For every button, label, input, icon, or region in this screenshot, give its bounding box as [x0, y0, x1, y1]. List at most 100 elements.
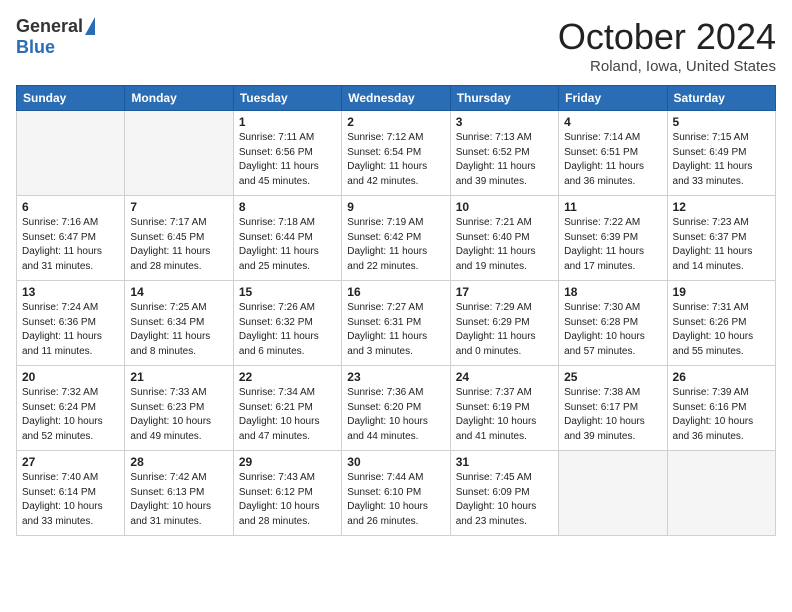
- page-header: General Blue October 2024 Roland, Iowa, …: [16, 16, 776, 75]
- day-number: 24: [456, 370, 553, 384]
- day-cell-16: 16 Sunrise: 7:27 AM Sunset: 6:31 PM Dayli…: [342, 281, 450, 366]
- day-number: 19: [673, 285, 770, 299]
- day-number: 16: [347, 285, 444, 299]
- day-info: Sunrise: 7:44 AM Sunset: 6:10 PM Dayligh…: [347, 471, 444, 529]
- day-number: 17: [456, 285, 553, 299]
- day-info: Sunrise: 7:24 AM Sunset: 6:36 PM Dayligh…: [22, 301, 119, 359]
- day-cell-1: 1 Sunrise: 7:11 AM Sunset: 6:56 PM Daylig…: [233, 111, 341, 196]
- day-cell-23: 23 Sunrise: 7:36 AM Sunset: 6:20 PM Dayli…: [342, 366, 450, 451]
- header-right: October 2024 Roland, Iowa, United States: [558, 16, 776, 75]
- day-info: Sunrise: 7:36 AM Sunset: 6:20 PM Dayligh…: [347, 386, 444, 444]
- day-info: Sunrise: 7:11 AM Sunset: 6:56 PM Dayligh…: [239, 131, 336, 189]
- day-cell-17: 17 Sunrise: 7:29 AM Sunset: 6:29 PM Dayli…: [450, 281, 558, 366]
- col-header-monday: Monday: [125, 86, 233, 111]
- empty-cell: [667, 451, 775, 536]
- day-cell-30: 30 Sunrise: 7:44 AM Sunset: 6:10 PM Dayli…: [342, 451, 450, 536]
- col-header-friday: Friday: [559, 86, 667, 111]
- day-cell-20: 20Sunrise: 7:32 AM Sunset: 6:24 PM Dayli…: [17, 366, 125, 451]
- day-number: 1: [239, 115, 336, 129]
- col-header-thursday: Thursday: [450, 86, 558, 111]
- day-info: Sunrise: 7:40 AM Sunset: 6:14 PM Dayligh…: [22, 471, 119, 529]
- day-info: Sunrise: 7:42 AM Sunset: 6:13 PM Dayligh…: [130, 471, 227, 529]
- day-number: 18: [564, 285, 661, 299]
- day-cell-19: 19 Sunrise: 7:31 AM Sunset: 6:26 PM Dayli…: [667, 281, 775, 366]
- day-cell-8: 8 Sunrise: 7:18 AM Sunset: 6:44 PM Daylig…: [233, 196, 341, 281]
- col-header-saturday: Saturday: [667, 86, 775, 111]
- day-info: Sunrise: 7:32 AM Sunset: 6:24 PM Dayligh…: [22, 386, 119, 444]
- day-number: 7: [130, 200, 227, 214]
- day-cell-28: 28 Sunrise: 7:42 AM Sunset: 6:13 PM Dayli…: [125, 451, 233, 536]
- day-number: 8: [239, 200, 336, 214]
- day-info: Sunrise: 7:21 AM Sunset: 6:40 PM Dayligh…: [456, 216, 553, 274]
- empty-cell: [559, 451, 667, 536]
- day-cell-26: 26 Sunrise: 7:39 AM Sunset: 6:16 PM Dayli…: [667, 366, 775, 451]
- day-info: Sunrise: 7:17 AM Sunset: 6:45 PM Dayligh…: [130, 216, 227, 274]
- day-info: Sunrise: 7:23 AM Sunset: 6:37 PM Dayligh…: [673, 216, 770, 274]
- day-cell-24: 24 Sunrise: 7:37 AM Sunset: 6:19 PM Dayli…: [450, 366, 558, 451]
- day-info: Sunrise: 7:34 AM Sunset: 6:21 PM Dayligh…: [239, 386, 336, 444]
- day-cell-13: 13 Sunrise: 7:24 AM Sunset: 6:36 PM Dayli…: [17, 281, 125, 366]
- day-info: Sunrise: 7:39 AM Sunset: 6:16 PM Dayligh…: [673, 386, 770, 444]
- day-number: 26: [673, 370, 770, 384]
- day-cell-3: 3Sunrise: 7:13 AM Sunset: 6:52 PM Daylig…: [450, 111, 558, 196]
- day-info: Sunrise: 7:45 AM Sunset: 6:09 PM Dayligh…: [456, 471, 553, 529]
- week-row-2: 13 Sunrise: 7:24 AM Sunset: 6:36 PM Dayli…: [17, 281, 776, 366]
- day-cell-15: 15 Sunrise: 7:26 AM Sunset: 6:32 PM Dayli…: [233, 281, 341, 366]
- day-cell-22: 22 Sunrise: 7:34 AM Sunset: 6:21 PM Dayli…: [233, 366, 341, 451]
- day-number: 5: [673, 115, 770, 129]
- day-number: 13: [22, 285, 119, 299]
- day-number: 29: [239, 455, 336, 469]
- calendar-page: General Blue October 2024 Roland, Iowa, …: [0, 0, 792, 612]
- day-info: Sunrise: 7:12 AM Sunset: 6:54 PM Dayligh…: [347, 131, 444, 189]
- day-info: Sunrise: 7:19 AM Sunset: 6:42 PM Dayligh…: [347, 216, 444, 274]
- day-number: 6: [22, 200, 119, 214]
- logo: General Blue: [16, 16, 95, 58]
- day-info: Sunrise: 7:33 AM Sunset: 6:23 PM Dayligh…: [130, 386, 227, 444]
- day-cell-12: 12 Sunrise: 7:23 AM Sunset: 6:37 PM Dayli…: [667, 196, 775, 281]
- day-cell-10: 10 Sunrise: 7:21 AM Sunset: 6:40 PM Dayli…: [450, 196, 558, 281]
- day-info: Sunrise: 7:31 AM Sunset: 6:26 PM Dayligh…: [673, 301, 770, 359]
- day-cell-25: 25 Sunrise: 7:38 AM Sunset: 6:17 PM Dayli…: [559, 366, 667, 451]
- day-number: 23: [347, 370, 444, 384]
- day-info: Sunrise: 7:26 AM Sunset: 6:32 PM Dayligh…: [239, 301, 336, 359]
- day-number: 10: [456, 200, 553, 214]
- col-header-wednesday: Wednesday: [342, 86, 450, 111]
- empty-cell: [17, 111, 125, 196]
- day-number: 4: [564, 115, 661, 129]
- month-title: October 2024: [558, 16, 776, 58]
- day-number: 27: [22, 455, 119, 469]
- day-info: Sunrise: 7:15 AM Sunset: 6:49 PM Dayligh…: [673, 131, 770, 189]
- logo-general-text: General: [16, 16, 83, 37]
- day-number: 14: [130, 285, 227, 299]
- day-number: 2: [347, 115, 444, 129]
- day-info: Sunrise: 7:18 AM Sunset: 6:44 PM Dayligh…: [239, 216, 336, 274]
- col-header-tuesday: Tuesday: [233, 86, 341, 111]
- day-cell-31: 31Sunrise: 7:45 AM Sunset: 6:09 PM Dayli…: [450, 451, 558, 536]
- day-number: 30: [347, 455, 444, 469]
- day-number: 11: [564, 200, 661, 214]
- day-info: Sunrise: 7:14 AM Sunset: 6:51 PM Dayligh…: [564, 131, 661, 189]
- day-info: Sunrise: 7:13 AM Sunset: 6:52 PM Dayligh…: [456, 131, 553, 189]
- day-cell-6: 6Sunrise: 7:16 AM Sunset: 6:47 PM Daylig…: [17, 196, 125, 281]
- day-info: Sunrise: 7:38 AM Sunset: 6:17 PM Dayligh…: [564, 386, 661, 444]
- calendar-table: SundayMondayTuesdayWednesdayThursdayFrid…: [16, 85, 776, 536]
- day-number: 22: [239, 370, 336, 384]
- day-info: Sunrise: 7:37 AM Sunset: 6:19 PM Dayligh…: [456, 386, 553, 444]
- day-cell-4: 4 Sunrise: 7:14 AM Sunset: 6:51 PM Daylig…: [559, 111, 667, 196]
- logo-blue-text: Blue: [16, 37, 55, 58]
- day-cell-7: 7 Sunrise: 7:17 AM Sunset: 6:45 PM Daylig…: [125, 196, 233, 281]
- day-info: Sunrise: 7:29 AM Sunset: 6:29 PM Dayligh…: [456, 301, 553, 359]
- day-number: 12: [673, 200, 770, 214]
- day-cell-29: 29Sunrise: 7:43 AM Sunset: 6:12 PM Dayli…: [233, 451, 341, 536]
- day-number: 25: [564, 370, 661, 384]
- day-number: 9: [347, 200, 444, 214]
- location: Roland, Iowa, United States: [558, 58, 776, 75]
- day-number: 15: [239, 285, 336, 299]
- day-info: Sunrise: 7:27 AM Sunset: 6:31 PM Dayligh…: [347, 301, 444, 359]
- day-number: 28: [130, 455, 227, 469]
- day-cell-11: 11Sunrise: 7:22 AM Sunset: 6:39 PM Dayli…: [559, 196, 667, 281]
- logo-triangle-icon: [85, 17, 95, 35]
- empty-cell: [125, 111, 233, 196]
- col-header-sunday: Sunday: [17, 86, 125, 111]
- week-row-0: 1 Sunrise: 7:11 AM Sunset: 6:56 PM Daylig…: [17, 111, 776, 196]
